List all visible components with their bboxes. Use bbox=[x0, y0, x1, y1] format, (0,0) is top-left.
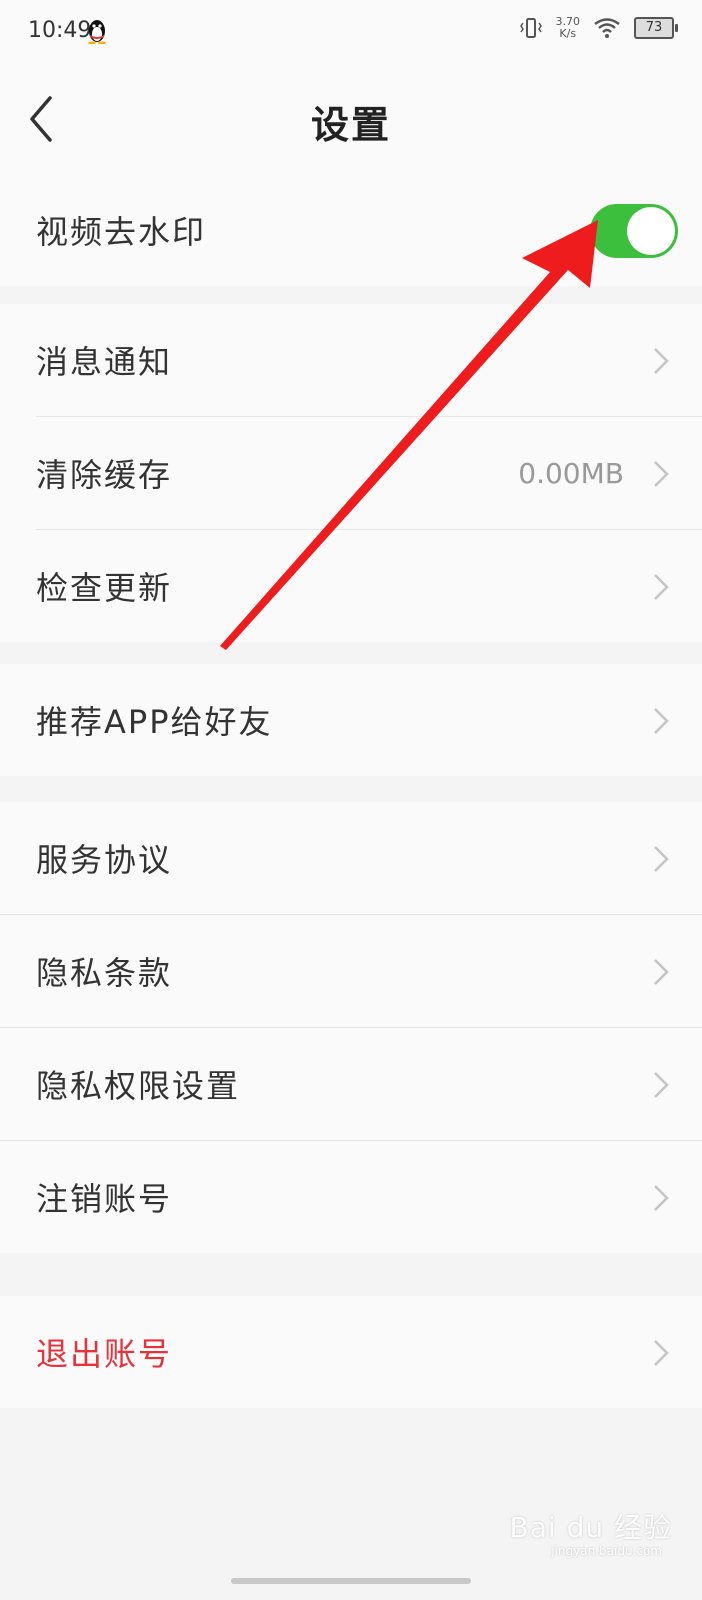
row-label: 隐私权限设置 bbox=[36, 1067, 241, 1105]
nav-bar: 设置 bbox=[0, 64, 702, 174]
watermark-toggle[interactable] bbox=[590, 204, 678, 258]
row-label: 消息通知 bbox=[36, 343, 173, 381]
watermark-section: 视频去水印 bbox=[0, 174, 702, 286]
watermark-row: 视频去水印 bbox=[0, 174, 702, 286]
row-privacy-permissions[interactable]: 隐私权限设置 bbox=[0, 1028, 702, 1140]
status-bar: 10:49 3.70 K/s 73 bbox=[0, 0, 702, 64]
network-speed: 3.70 K/s bbox=[556, 16, 581, 40]
settings-group-general: 消息通知 清除缓存 0.00MB 检查更新 bbox=[0, 304, 702, 642]
chevron-right-icon bbox=[654, 461, 669, 487]
settings-group-legal: 服务协议 隐私条款 隐私权限设置 注销账号 bbox=[0, 802, 702, 1253]
vibrate-icon bbox=[519, 18, 542, 38]
status-time: 10:49 bbox=[28, 18, 92, 43]
row-label: 隐私条款 bbox=[36, 954, 173, 992]
qq-penguin-icon bbox=[88, 20, 106, 44]
status-icons: 3.70 K/s 73 bbox=[519, 16, 678, 40]
row-label: 推荐APP给好友 bbox=[36, 703, 273, 741]
logout-label: 退出账号 bbox=[36, 1335, 173, 1373]
row-logout[interactable]: 退出账号 bbox=[0, 1296, 702, 1408]
row-label: 服务协议 bbox=[36, 841, 173, 879]
chevron-right-icon bbox=[654, 846, 669, 872]
row-notifications[interactable]: 消息通知 bbox=[0, 304, 702, 416]
home-indicator[interactable] bbox=[231, 1578, 471, 1584]
settings-group-logout: 退出账号 bbox=[0, 1296, 702, 1408]
row-label: 注销账号 bbox=[36, 1180, 173, 1218]
row-service-agreement[interactable]: 服务协议 bbox=[0, 802, 702, 914]
row-check-update[interactable]: 检查更新 bbox=[0, 530, 702, 642]
toggle-knob bbox=[627, 207, 675, 255]
row-recommend-app[interactable]: 推荐APP给好友 bbox=[0, 664, 702, 776]
watermark-label: 视频去水印 bbox=[36, 213, 207, 251]
net-speed-unit: K/s bbox=[559, 27, 577, 40]
cache-size: 0.00MB bbox=[518, 456, 624, 490]
battery-icon: 73 bbox=[634, 17, 678, 39]
chevron-right-icon bbox=[654, 1072, 669, 1098]
chevron-right-icon bbox=[654, 348, 669, 374]
row-clear-cache[interactable]: 清除缓存 0.00MB bbox=[0, 417, 702, 529]
chevron-right-icon bbox=[654, 708, 669, 734]
row-label: 检查更新 bbox=[36, 569, 173, 607]
settings-group-share: 推荐APP给好友 bbox=[0, 664, 702, 776]
wifi-icon bbox=[594, 18, 620, 38]
row-privacy-terms[interactable]: 隐私条款 bbox=[0, 915, 702, 1027]
chevron-right-icon bbox=[654, 1185, 669, 1211]
baidu-watermark: Bai du 经验 bbox=[509, 1511, 672, 1544]
chevron-right-icon bbox=[654, 1340, 669, 1366]
chevron-right-icon bbox=[654, 959, 669, 985]
row-deactivate-account[interactable]: 注销账号 bbox=[0, 1141, 702, 1253]
baidu-watermark-site: jingyan.baidu.com bbox=[551, 1544, 662, 1558]
chevron-right-icon bbox=[654, 574, 669, 600]
page-title: 设置 bbox=[310, 103, 391, 147]
row-label: 清除缓存 bbox=[36, 456, 173, 494]
